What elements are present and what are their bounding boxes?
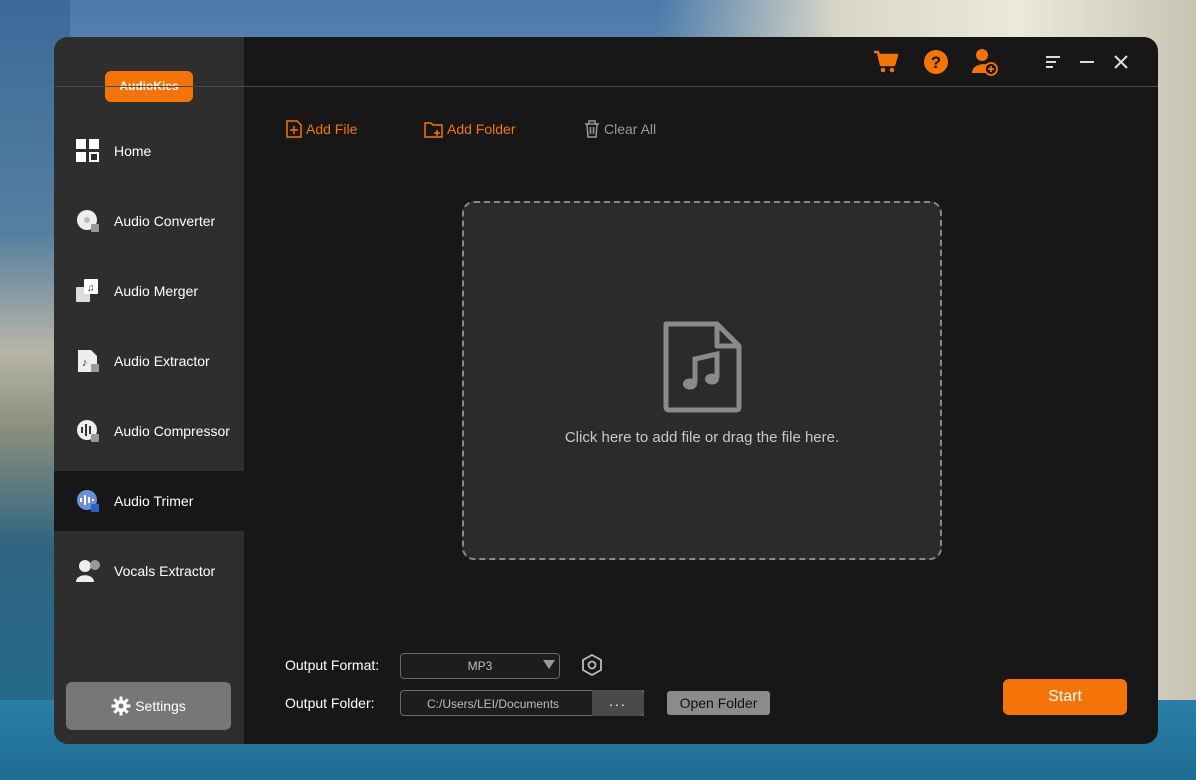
- sidebar-item-audio-converter[interactable]: Audio Converter: [54, 191, 244, 251]
- chevron-down-icon: [543, 660, 555, 669]
- sidebar-item-label: Audio Trimer: [114, 493, 194, 509]
- music-file-icon: [663, 321, 742, 413]
- sidebar-item-label: Audio Compressor: [114, 423, 230, 439]
- sidebar-item-label: Audio Merger: [114, 283, 199, 299]
- clear-all-label: Clear All: [604, 121, 657, 137]
- sidebar-item-audio-extractor[interactable]: ♪ Audio Extractor: [54, 331, 244, 391]
- svg-text:♪: ♪: [82, 357, 88, 369]
- help-icon[interactable]: ?: [923, 48, 949, 76]
- add-folder-label: Add Folder: [447, 121, 516, 137]
- sidebar-item-label: Home: [114, 143, 152, 159]
- header-divider: [54, 86, 1158, 87]
- audio-trimmer-icon: [76, 489, 100, 513]
- add-folder-button[interactable]: Add Folder: [424, 119, 515, 139]
- browse-button[interactable]: ...: [592, 690, 644, 716]
- menu-icon[interactable]: [1045, 48, 1061, 76]
- settings-label: Settings: [135, 698, 186, 714]
- add-file-label: Add File: [306, 121, 358, 137]
- sidebar-item-label: Audio Converter: [114, 213, 216, 229]
- sidebar-item-vocals-extractor[interactable]: Vocals Extractor: [54, 541, 244, 601]
- audio-merger-icon: ♫: [76, 279, 100, 303]
- file-drop-zone[interactable]: Click here to add file or drag the file …: [462, 201, 942, 560]
- audio-extractor-icon: ♪: [76, 349, 100, 373]
- trash-icon: [585, 120, 599, 138]
- settings-button[interactable]: Settings: [66, 682, 231, 730]
- output-format-label: Output Format:: [285, 657, 380, 673]
- cart-icon[interactable]: [873, 48, 899, 76]
- audio-converter-icon: [76, 209, 100, 233]
- clear-all-button[interactable]: Clear All: [584, 119, 656, 139]
- audio-compressor-icon: [76, 419, 100, 443]
- sidebar-item-audio-trimer[interactable]: Audio Trimer: [54, 471, 244, 531]
- user-add-icon[interactable]: [972, 48, 998, 76]
- output-format-value: MP3: [467, 659, 493, 673]
- output-folder-value: C:/Users/LEI/Documents: [427, 697, 560, 711]
- vocals-extractor-icon: [76, 559, 100, 583]
- add-file-icon: [286, 120, 302, 138]
- drop-zone-text: Click here to add file or drag the file …: [564, 429, 840, 446]
- svg-text:?: ?: [931, 53, 941, 72]
- sidebar-item-label: Vocals Extractor: [114, 563, 216, 579]
- format-settings-icon[interactable]: [581, 653, 603, 681]
- minimize-icon[interactable]: [1079, 48, 1095, 76]
- add-folder-icon: [424, 121, 443, 138]
- home-grid-icon: [76, 139, 100, 163]
- sidebar-item-audio-compressor[interactable]: Audio Compressor: [54, 401, 244, 461]
- add-file-button[interactable]: Add File: [286, 119, 357, 139]
- svg-text:♫: ♫: [87, 283, 95, 294]
- output-format-select[interactable]: MP3: [400, 653, 560, 679]
- sidebar-item-audio-merger[interactable]: ♫ Audio Merger: [54, 261, 244, 321]
- sidebar: AudioKies Home Audio Converter ♫ Audio M…: [54, 37, 244, 744]
- app-window: AudioKies Home Audio Converter ♫ Audio M…: [54, 37, 1158, 744]
- gear-icon: [111, 696, 131, 716]
- close-icon[interactable]: [1113, 48, 1129, 76]
- sidebar-item-label: Audio Extractor: [114, 353, 210, 369]
- start-button[interactable]: Start: [1003, 679, 1127, 715]
- open-folder-button[interactable]: Open Folder: [667, 691, 770, 715]
- output-folder-label: Output Folder:: [285, 695, 375, 711]
- sidebar-item-home[interactable]: Home: [54, 121, 244, 181]
